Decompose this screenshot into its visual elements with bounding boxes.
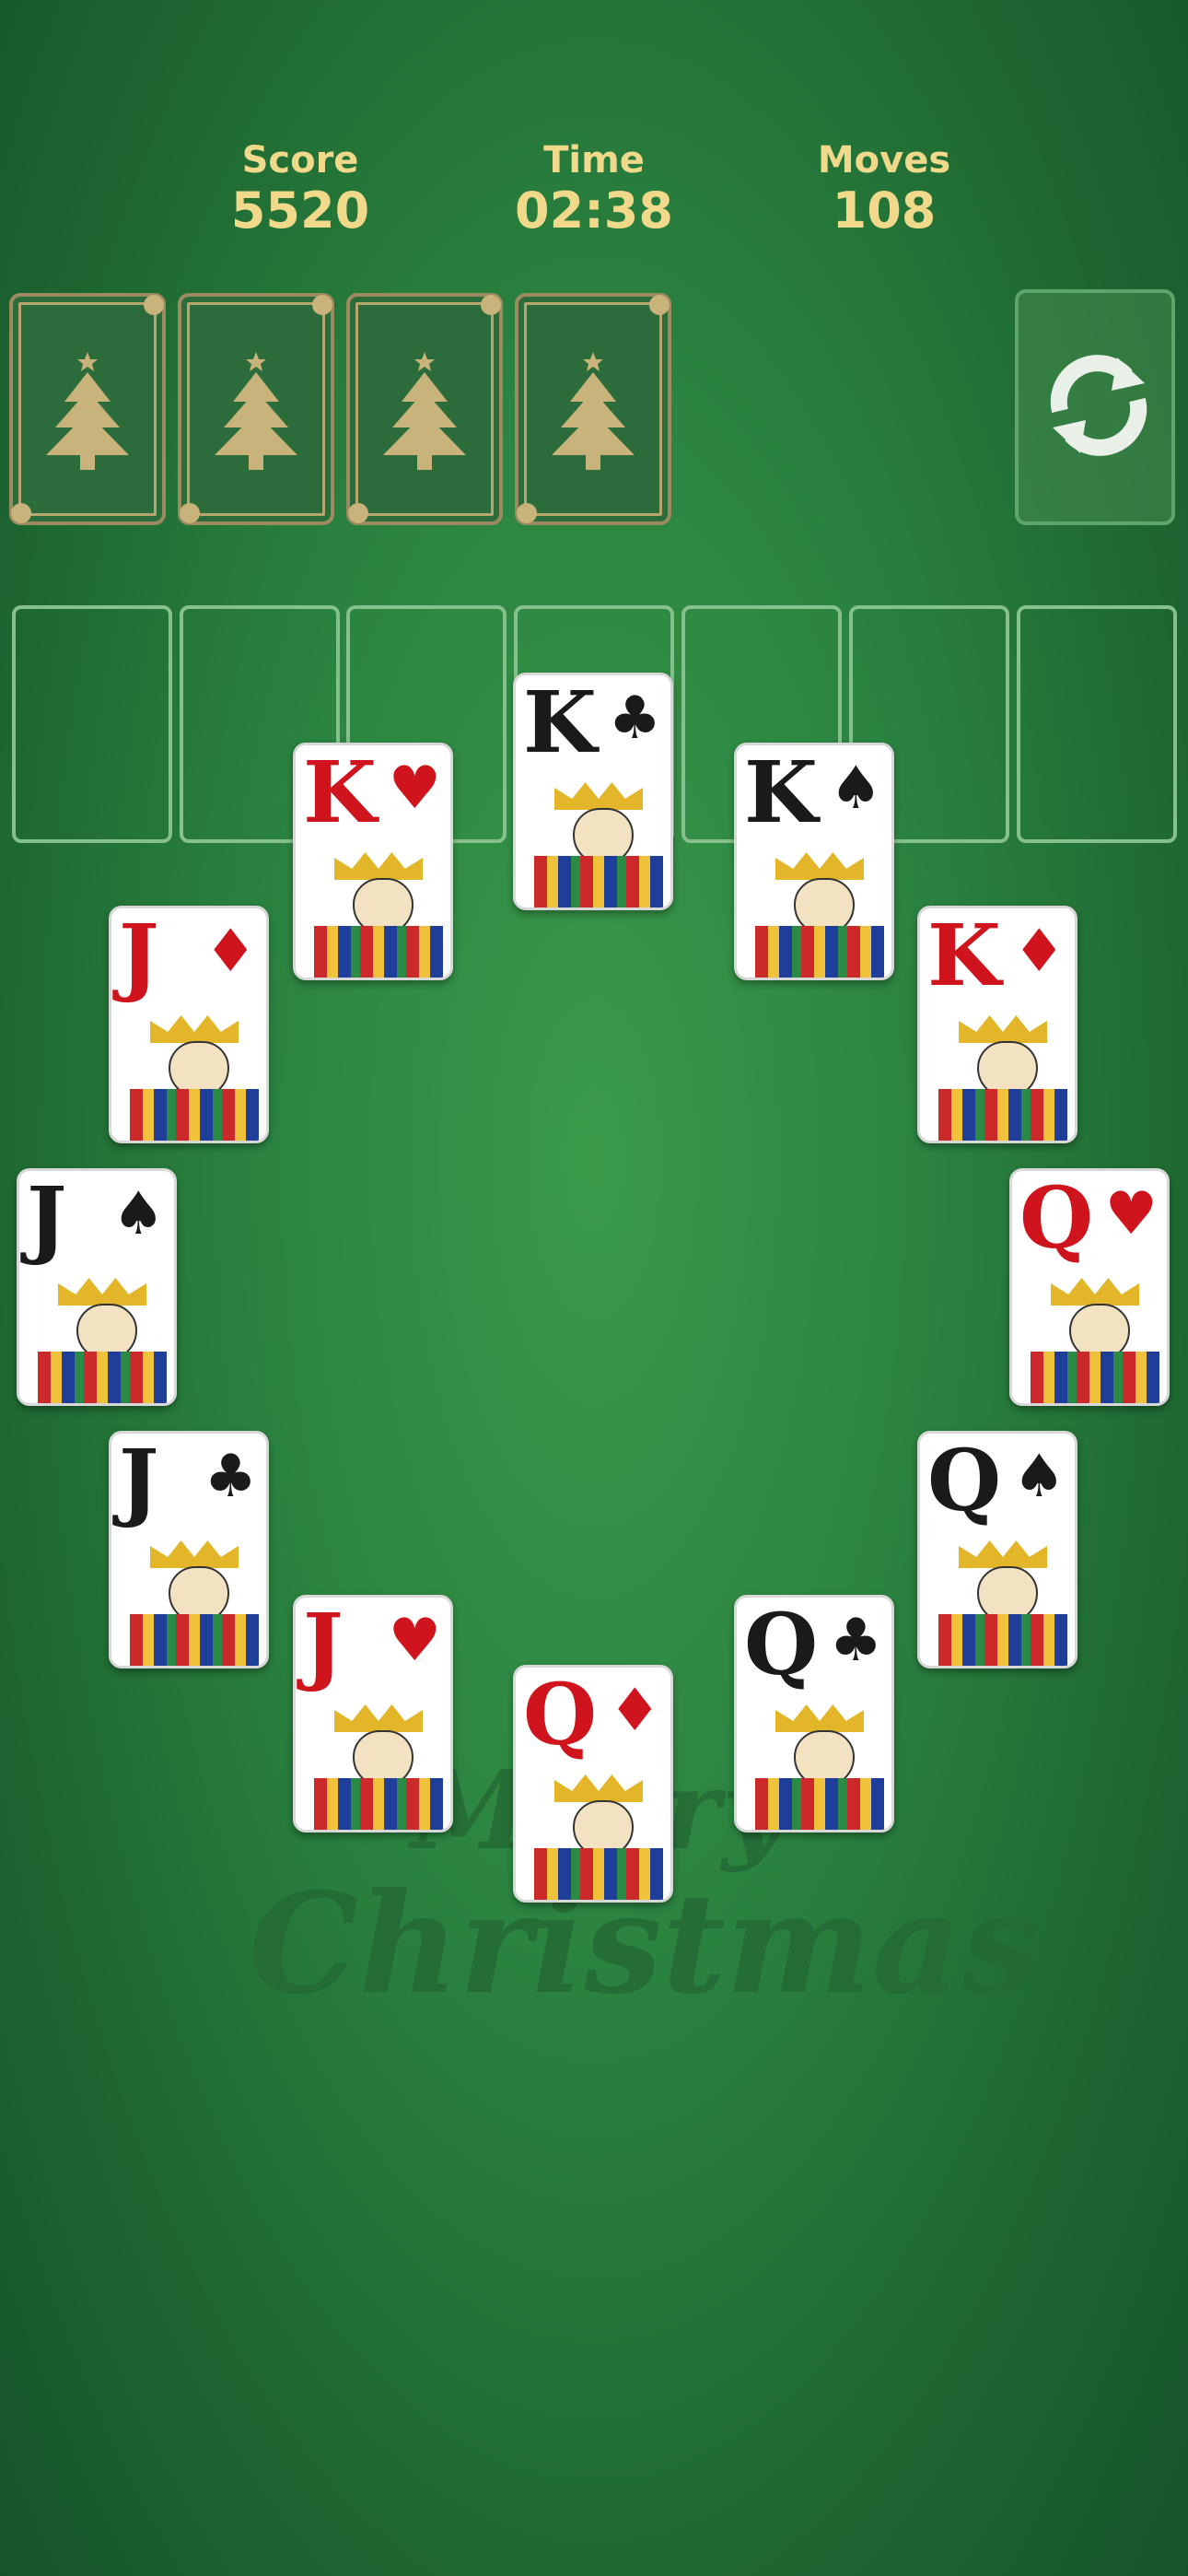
card-rank: Q <box>1019 1168 1094 1268</box>
score-stat: Score 5520 <box>181 138 420 240</box>
refresh-arrows-icon <box>1050 355 1147 456</box>
playing-card[interactable]: Q ♥ <box>1009 1168 1170 1406</box>
christmas-tree-icon <box>46 352 129 470</box>
time-stat: Time 02:38 <box>474 138 714 240</box>
christmas-tree-icon <box>215 352 297 470</box>
card-suit-icon: ♦ <box>608 1677 661 1745</box>
court-figure-illustration <box>314 849 443 978</box>
score-label: Score <box>241 139 359 181</box>
card-rank: Q <box>927 1431 1002 1530</box>
playing-card[interactable]: K ♠ <box>734 743 894 980</box>
playing-card[interactable]: Q ♦ <box>513 1665 673 1903</box>
card-suit-icon: ♣ <box>829 1607 882 1675</box>
moves-label: Moves <box>817 139 951 181</box>
card-rank: K <box>303 743 377 842</box>
stocking-decoration <box>517 503 537 523</box>
moves-value: 108 <box>832 181 937 240</box>
time-label: Time <box>543 139 645 181</box>
card-suit-icon: ♠ <box>1012 1443 1066 1511</box>
bow-decoration <box>144 295 164 315</box>
card-rank: J <box>119 906 159 1005</box>
card-rank: K <box>523 673 597 772</box>
card-rank: J <box>119 1431 159 1530</box>
card-suit-icon: ♥ <box>1104 1180 1158 1248</box>
court-figure-illustration <box>938 1012 1067 1141</box>
playing-card[interactable]: J ♥ <box>293 1595 453 1832</box>
court-figure-illustration <box>534 779 663 907</box>
card-rank: K <box>927 906 1001 1005</box>
court-figure-illustration <box>534 1771 663 1900</box>
time-value: 02:38 <box>515 181 673 240</box>
playing-card[interactable]: J ♠ <box>17 1168 177 1406</box>
christmas-tree-icon <box>552 352 635 470</box>
stocking-decoration <box>11 503 31 523</box>
foundation-slot[interactable] <box>12 605 172 843</box>
card-suit-icon: ♠ <box>111 1180 165 1248</box>
foundation-slot[interactable] <box>1017 605 1177 843</box>
playing-card[interactable]: Q ♠ <box>917 1431 1077 1669</box>
court-figure-illustration <box>38 1274 167 1403</box>
playing-card[interactable]: J ♣ <box>109 1431 269 1669</box>
card-rank: Q <box>744 1595 819 1694</box>
court-figure-illustration <box>130 1537 259 1666</box>
playing-card[interactable]: Q ♣ <box>734 1595 894 1832</box>
card-rank: J <box>303 1595 344 1694</box>
court-figure-illustration <box>1031 1274 1159 1403</box>
court-figure-illustration <box>755 849 884 978</box>
christmas-tree-icon <box>383 352 466 470</box>
card-suit-icon: ♥ <box>388 755 441 823</box>
bow-decoration <box>312 295 332 315</box>
card-rank: Q <box>523 1665 598 1764</box>
court-figure-illustration <box>314 1701 443 1830</box>
refresh-button[interactable] <box>1015 289 1175 525</box>
stocking-decoration <box>180 503 200 523</box>
stock-card[interactable] <box>178 293 334 525</box>
court-figure-illustration <box>938 1537 1067 1666</box>
card-suit-icon: ♦ <box>204 918 257 986</box>
bow-decoration <box>481 295 501 315</box>
card-suit-icon: ♣ <box>204 1443 257 1511</box>
court-figure-illustration <box>130 1012 259 1141</box>
bow-decoration <box>649 295 670 315</box>
card-rank: K <box>744 743 818 842</box>
playing-card[interactable]: K ♣ <box>513 673 673 910</box>
stock-card[interactable] <box>346 293 503 525</box>
moves-stat: Moves 108 <box>764 138 1004 240</box>
card-suit-icon: ♣ <box>608 685 661 753</box>
card-suit-icon: ♥ <box>388 1607 441 1675</box>
stock-card[interactable] <box>9 293 166 525</box>
court-figure-illustration <box>755 1701 884 1830</box>
card-suit-icon: ♦ <box>1012 918 1066 986</box>
stocking-decoration <box>348 503 368 523</box>
card-rank: J <box>27 1168 67 1268</box>
playing-card[interactable]: K ♦ <box>917 906 1077 1143</box>
stock-card[interactable] <box>515 293 671 525</box>
score-value: 5520 <box>230 181 370 240</box>
playing-card[interactable]: K ♥ <box>293 743 453 980</box>
playing-card[interactable]: J ♦ <box>109 906 269 1143</box>
card-suit-icon: ♠ <box>829 755 882 823</box>
